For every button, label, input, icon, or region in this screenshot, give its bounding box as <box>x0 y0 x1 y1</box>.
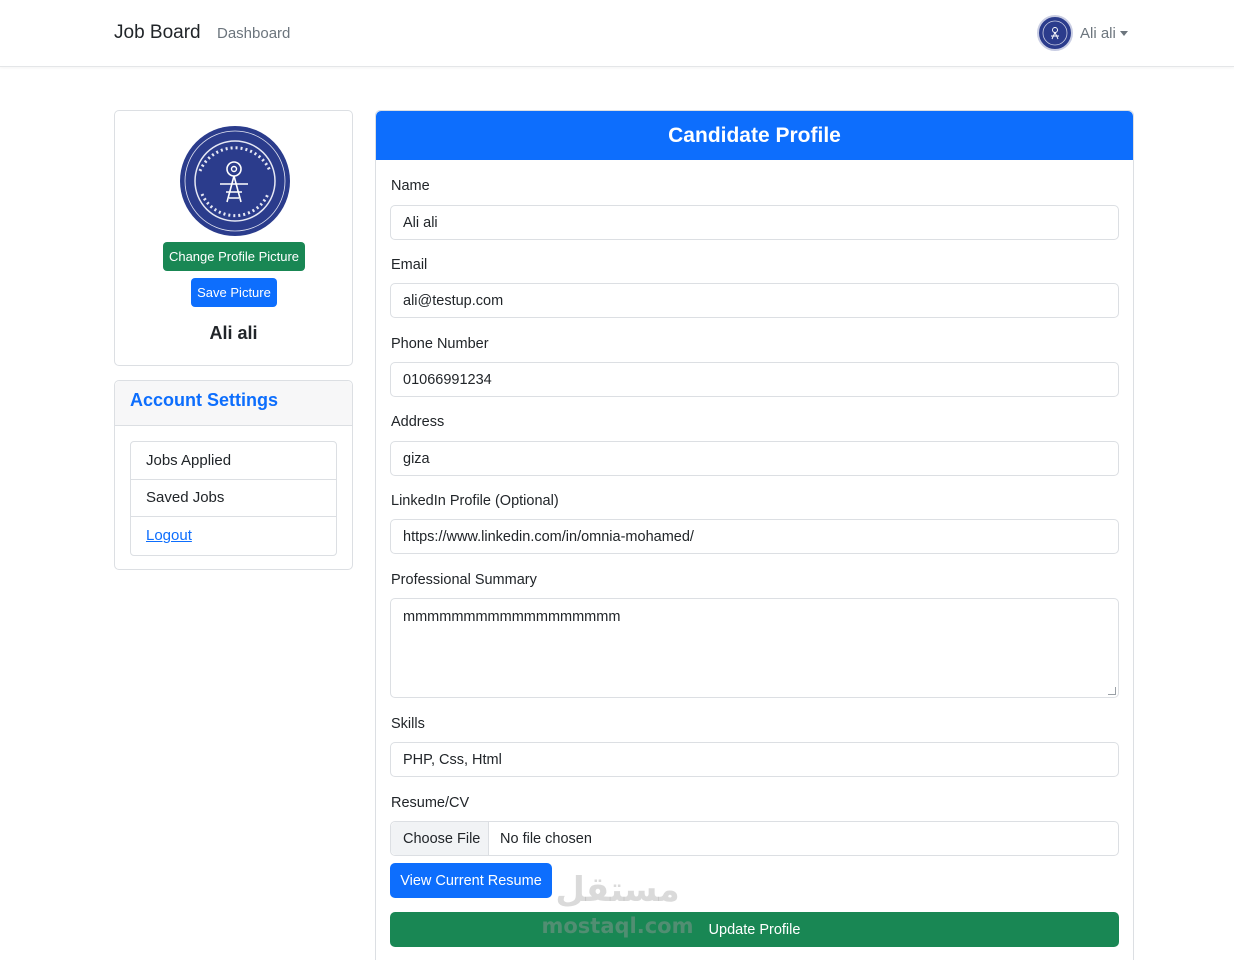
user-name: Ali ali <box>1080 24 1116 42</box>
profile-name: Ali ali <box>209 323 258 343</box>
resume-label: Resume/CV <box>391 795 470 811</box>
skills-label: Skills <box>391 716 425 732</box>
top-navbar: Job Board Dashboard Ali ali <box>0 0 1234 67</box>
choose-file-button[interactable]: Choose File <box>391 822 489 855</box>
list-item-jobs-applied[interactable]: Jobs Applied <box>131 442 336 480</box>
account-settings-card: Account Settings Jobs Applied Saved Jobs… <box>114 380 353 570</box>
file-status: No file chosen <box>500 830 592 847</box>
brand-link[interactable]: Job Board <box>114 22 201 44</box>
name-label: Name <box>391 178 430 194</box>
email-label: Email <box>391 257 428 273</box>
profile-card: Change Profile Picture Save Picture Ali … <box>114 110 353 366</box>
caret-down-icon <box>1119 30 1128 36</box>
update-profile-button[interactable]: Update Profile <box>390 912 1119 947</box>
avatar <box>1037 15 1073 51</box>
change-profile-picture-button[interactable]: Change Profile Picture <box>163 242 305 271</box>
name-field[interactable]: Ali ali <box>390 205 1119 240</box>
profile-picture <box>180 126 290 236</box>
summary-textarea[interactable]: mmmmmmmmmmmmmmmmmm <box>390 598 1119 698</box>
resume-file-input[interactable]: Choose File No file chosen <box>390 821 1119 856</box>
resize-handle-icon[interactable] <box>1108 687 1116 695</box>
view-current-resume-button[interactable]: View Current Resume <box>390 863 552 898</box>
linkedin-field[interactable]: https://www.linkedin.com/in/omnia-mohame… <box>390 519 1119 554</box>
summary-label: Professional Summary <box>391 572 537 588</box>
university-logo-icon <box>182 128 288 234</box>
nav-link-dashboard[interactable]: Dashboard <box>217 25 290 42</box>
university-logo-icon <box>1042 20 1068 46</box>
save-picture-button[interactable]: Save Picture <box>191 278 277 307</box>
address-label: Address <box>391 414 445 430</box>
list-item-saved-jobs[interactable]: Saved Jobs <box>131 480 336 517</box>
skills-field[interactable]: PHP, Css, Html <box>390 742 1119 777</box>
address-field[interactable]: giza <box>390 441 1119 476</box>
user-menu-toggle[interactable]: Ali ali <box>1037 15 1128 51</box>
email-field[interactable]: ali@testup.com <box>390 283 1119 318</box>
candidate-profile-header: Candidate Profile <box>376 111 1133 160</box>
phone-field[interactable]: 01066991234 <box>390 362 1119 397</box>
linkedin-label: LinkedIn Profile (Optional) <box>391 493 559 509</box>
account-settings-list: Jobs Applied Saved Jobs Logout <box>130 441 337 556</box>
candidate-profile-card: Candidate Profile Name Ali ali Email ali… <box>375 110 1134 960</box>
account-settings-header: Account Settings <box>115 381 352 426</box>
logout-link[interactable]: Logout <box>131 517 336 555</box>
page-title: Candidate Profile <box>668 123 841 147</box>
summary-text: mmmmmmmmmmmmmmmmmm <box>403 609 621 625</box>
phone-label: Phone Number <box>391 336 489 352</box>
account-settings-title: Account Settings <box>130 390 279 410</box>
